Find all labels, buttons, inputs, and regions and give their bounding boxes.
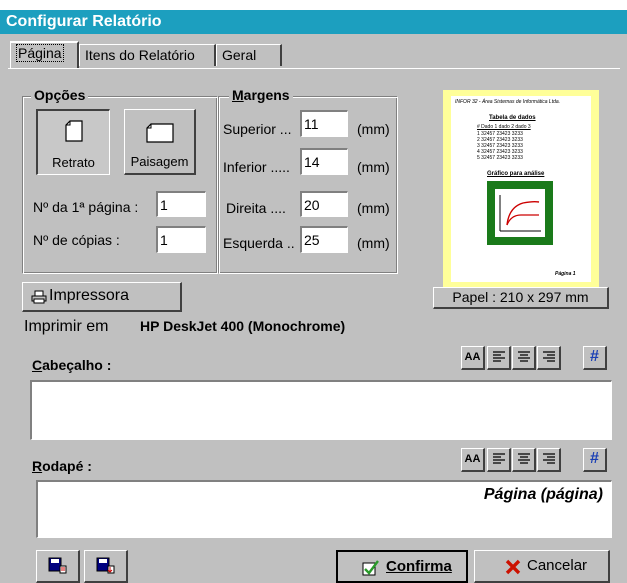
retrato-label: Retrato bbox=[52, 155, 95, 170]
preview-footer: Página 1 bbox=[555, 271, 576, 277]
tab-strip: Página Itens do Relatório Geral bbox=[0, 38, 627, 70]
tab-pagina-label: Página bbox=[16, 44, 64, 62]
hash-icon: # bbox=[590, 348, 599, 365]
disk-load-icon bbox=[48, 557, 66, 574]
portrait-page-icon bbox=[65, 120, 83, 142]
cabecalho-label: Cabeçalho : bbox=[32, 357, 112, 373]
footer-align-right-button[interactable] bbox=[537, 448, 561, 472]
primeira-pagina-label: Nº da 1ª página : bbox=[33, 199, 139, 215]
direita-label: Direita .... bbox=[226, 200, 286, 216]
align-right-icon bbox=[542, 453, 555, 464]
disk-save-icon bbox=[96, 557, 114, 574]
superior-input[interactable] bbox=[300, 110, 348, 137]
copias-label: Nº de cópias : bbox=[33, 232, 120, 248]
rodape-label: Rodapé : bbox=[32, 458, 92, 474]
page-preview: INFOR 32 - Área Sistemas de Informática … bbox=[443, 90, 599, 288]
preview-chart-title: Gráfico para análise bbox=[487, 171, 545, 177]
header-align-center-button[interactable] bbox=[512, 346, 536, 370]
align-center-icon bbox=[517, 453, 530, 464]
align-left-icon bbox=[492, 453, 505, 464]
paisagem-label: Paisagem bbox=[130, 154, 189, 169]
header-align-left-button[interactable] bbox=[487, 346, 511, 370]
cancelar-button[interactable]: Cancelar bbox=[474, 550, 610, 583]
preview-header: INFOR 32 - Área Sistemas de Informática … bbox=[455, 99, 561, 105]
header-page-number-button[interactable]: # bbox=[583, 346, 607, 370]
printer-name: HP DeskJet 400 (Monochrome) bbox=[140, 318, 346, 334]
cancel-x-icon bbox=[505, 559, 521, 575]
direita-input[interactable] bbox=[300, 191, 348, 217]
header-font-button[interactable]: AA bbox=[461, 346, 485, 370]
superior-label: Superior ... bbox=[223, 121, 292, 137]
rodape-textarea[interactable]: Página (página) bbox=[36, 480, 612, 538]
retrato-button[interactable]: Retrato bbox=[36, 109, 110, 175]
confirma-button[interactable]: Confirma bbox=[336, 550, 468, 583]
imprimir-em-label: Imprimir em bbox=[24, 318, 109, 335]
footer-align-left-button[interactable] bbox=[487, 448, 511, 472]
confirma-label: Confirma bbox=[386, 558, 452, 575]
paper-size-button[interactable]: Papel : 210 x 297 mm bbox=[433, 287, 609, 309]
top-strip bbox=[0, 0, 627, 10]
tab-panel-border bbox=[8, 68, 620, 69]
page-preview-sheet: INFOR 32 - Área Sistemas de Informática … bbox=[451, 96, 591, 282]
checkmark-icon bbox=[362, 560, 379, 576]
esquerda-input[interactable] bbox=[300, 226, 348, 253]
cancelar-label: Cancelar bbox=[527, 557, 588, 574]
impressora-label: Impressora bbox=[49, 287, 130, 304]
tab-itens-relatorio[interactable]: Itens do Relatório bbox=[79, 44, 216, 66]
tab-itens-label: Itens do Relatório bbox=[85, 47, 195, 63]
paisagem-button[interactable]: Paisagem bbox=[124, 109, 196, 175]
preview-chart-thumbnail bbox=[487, 181, 553, 245]
footer-font-button[interactable]: AA bbox=[461, 448, 485, 472]
footer-page-number-button[interactable]: # bbox=[583, 448, 607, 472]
font-icon: AA bbox=[464, 453, 481, 465]
align-left-icon bbox=[492, 351, 505, 362]
load-settings-button[interactable] bbox=[36, 550, 80, 583]
primeira-pagina-input[interactable] bbox=[156, 191, 206, 217]
direita-unit: (mm) bbox=[357, 200, 390, 216]
esquerda-unit: (mm) bbox=[357, 235, 390, 251]
preview-table-header: # Dado 1 dado 2 dado 3 bbox=[477, 124, 531, 130]
opcoes-title: Opções bbox=[31, 87, 89, 103]
superior-unit: (mm) bbox=[357, 121, 390, 137]
tab-geral[interactable]: Geral bbox=[216, 44, 282, 66]
footer-align-center-button[interactable] bbox=[512, 448, 536, 472]
cabecalho-textarea[interactable] bbox=[30, 380, 612, 440]
margens-title: Margens bbox=[229, 87, 293, 103]
copias-input[interactable] bbox=[156, 226, 206, 253]
inferior-label: Inferior ..... bbox=[223, 159, 290, 175]
align-right-icon bbox=[542, 351, 555, 362]
hash-icon: # bbox=[590, 450, 599, 467]
align-center-icon bbox=[517, 351, 530, 362]
tab-geral-label: Geral bbox=[222, 47, 257, 63]
paper-size-label: Papel : 210 x 297 mm bbox=[452, 289, 589, 305]
landscape-page-icon bbox=[146, 123, 174, 143]
impressora-button[interactable]: Impressora bbox=[22, 282, 182, 312]
inferior-input[interactable] bbox=[300, 148, 348, 175]
esquerda-label: Esquerda .. bbox=[223, 235, 295, 251]
save-settings-button[interactable] bbox=[84, 550, 128, 583]
font-icon: AA bbox=[464, 351, 481, 363]
preview-table-row: 5 32457 23423 3233 bbox=[477, 155, 523, 161]
title-bar: Configurar Relatório bbox=[0, 10, 627, 34]
header-align-right-button[interactable] bbox=[537, 346, 561, 370]
printer-icon bbox=[31, 290, 47, 304]
rodape-text: Página (página) bbox=[483, 486, 603, 503]
tab-pagina[interactable]: Página bbox=[10, 41, 79, 68]
inferior-unit: (mm) bbox=[357, 159, 390, 175]
preview-table-title: Tabela de dados bbox=[489, 115, 536, 121]
window-title: Configurar Relatório bbox=[6, 13, 162, 30]
